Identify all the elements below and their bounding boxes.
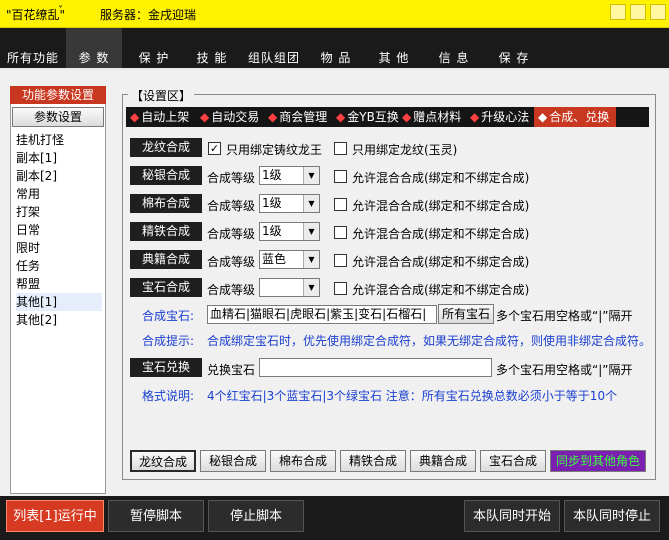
- bottom-tab-cotton[interactable]: 棉布合成: [270, 450, 336, 472]
- checkbox-mix-gem[interactable]: [334, 282, 347, 295]
- row-label-gem: 宝石合成: [130, 278, 202, 297]
- gem-compose-label: 合成宝石:: [142, 309, 195, 323]
- list-item[interactable]: 副本[2]: [16, 167, 102, 185]
- tab-guild-manage[interactable]: ◆ 商会管理: [268, 107, 327, 127]
- level-label: 合成等级: [207, 227, 256, 241]
- row-label-cotton: 棉布合成: [130, 194, 202, 213]
- param-settings-button[interactable]: 参数设置: [12, 107, 104, 127]
- list-item[interactable]: 任务: [16, 257, 102, 275]
- checkbox-bind-dragon-king[interactable]: ✓: [208, 142, 221, 155]
- row-label-gem-exchange: 宝石兑换: [130, 358, 202, 377]
- left-panel-title: 功能参数设置: [10, 86, 106, 104]
- checkbox-mix-iron[interactable]: [334, 226, 347, 239]
- level-label: 合成等级: [207, 283, 256, 297]
- exchange-field-label: 兑换宝石: [207, 363, 256, 377]
- close-icon[interactable]: [650, 4, 666, 20]
- menu-team[interactable]: 组队组团: [244, 28, 304, 68]
- list-item[interactable]: 打架: [16, 203, 102, 221]
- maximize-icon[interactable]: [630, 4, 646, 20]
- chevron-down-icon: ▼: [303, 195, 319, 212]
- list-item[interactable]: 挂机打怪: [16, 131, 102, 149]
- format-text: 4个红宝石|3个蓝宝石|3个绿宝石 注意：所有宝石兑换总数必须小于等于10个: [207, 389, 618, 403]
- level-select-gem[interactable]: ▼: [259, 278, 320, 297]
- menu-all-functions[interactable]: 所有功能: [4, 28, 62, 68]
- compose-tip-text: 合成绑定宝石时，优先使用绑定合成符，如果无绑定合成符，则使用非绑定合成符。: [207, 334, 652, 348]
- team-stop-button[interactable]: 本队同时停止: [564, 500, 660, 532]
- all-gems-button[interactable]: 所有宝石: [438, 304, 494, 324]
- menu-items[interactable]: 物 品: [310, 28, 362, 68]
- checkbox-label: 允许混合合成(绑定和不绑定合成): [352, 171, 530, 185]
- window-title: "百花缭乱": [6, 8, 66, 22]
- menu-other[interactable]: 其 他: [368, 28, 420, 68]
- title-bar: "百花缭乱" ˅ 服务器：金戌迎瑞: [0, 0, 669, 28]
- bottom-tab-dragon[interactable]: 龙纹合成: [130, 450, 196, 472]
- level-label: 合成等级: [207, 199, 256, 213]
- menu-save[interactable]: 保 存: [488, 28, 540, 68]
- sync-to-other-roles-button[interactable]: 同步到其他角色: [550, 450, 646, 472]
- row-label-iron: 精铁合成: [130, 222, 202, 241]
- checkbox-bind-dragon-jade[interactable]: [334, 142, 347, 155]
- menu-info[interactable]: 信 息: [428, 28, 480, 68]
- checkbox-label: 只用绑定龙纹(玉灵): [352, 143, 458, 157]
- list-item[interactable]: 副本[1]: [16, 149, 102, 167]
- checkbox-mix-cotton[interactable]: [334, 198, 347, 211]
- bottom-tab-gem[interactable]: 宝石合成: [480, 450, 546, 472]
- checkbox-mix-classics[interactable]: [334, 254, 347, 267]
- chevron-down-icon: ▼: [303, 279, 319, 296]
- checkbox-label: 允许混合合成(绑定和不绑定合成): [352, 255, 530, 269]
- gem-list-input[interactable]: 血精石|猫眼石|虎眼石|紫玉|变石|石榴石|: [207, 305, 437, 324]
- level-select-cotton[interactable]: 1级 ▼: [259, 194, 320, 213]
- title-dropdown-icon[interactable]: ˅: [58, 5, 63, 16]
- checkbox-label: 允许混合合成(绑定和不绑定合成): [352, 227, 530, 241]
- settings-tabs: ◆ 自动上架 ◆ 自动交易 ◆ 商会管理 ◆ 金YB互换 ◆ 赠点材料 ◆ 升级心法 ◆ 合成…: [126, 107, 649, 127]
- chevron-down-icon: ▼: [303, 251, 319, 268]
- chevron-down-icon: ▼: [303, 167, 319, 184]
- list-item[interactable]: 限时: [16, 239, 102, 257]
- level-select-iron[interactable]: 1级 ▼: [259, 222, 320, 241]
- checkbox-label: 允许混合合成(绑定和不绑定合成): [352, 199, 530, 213]
- format-label: 格式说明:: [142, 389, 195, 403]
- main-menu: 所有功能 参 数 保 护 技 能 组队组团 物 品 其 他 信 息 保 存: [0, 28, 669, 70]
- list-item-selected[interactable]: 其他[1]: [16, 293, 102, 311]
- row-label-classics: 典籍合成: [130, 250, 202, 269]
- bottom-tab-classics[interactable]: 典籍合成: [410, 450, 476, 472]
- compose-tip-label: 合成提示:: [142, 334, 195, 348]
- level-label: 合成等级: [207, 171, 256, 185]
- menu-skills[interactable]: 技 能: [186, 28, 238, 68]
- team-start-button[interactable]: 本队同时开始: [464, 500, 560, 532]
- tab-compose-exchange[interactable]: ◆ 合成、兑换: [534, 107, 616, 127]
- menu-protect[interactable]: 保 护: [128, 28, 180, 68]
- list-item[interactable]: 帮盟: [16, 275, 102, 293]
- level-select-mithril[interactable]: 1级 ▼: [259, 166, 320, 185]
- checkbox-label: 允许混合合成(绑定和不绑定合成): [352, 283, 530, 297]
- server-label: 服务器：金戌迎瑞: [100, 8, 197, 22]
- gem-separator-hint: 多个宝石用空格或“|”隔开: [496, 309, 633, 323]
- checkbox-mix-mithril[interactable]: [334, 170, 347, 183]
- row-label-mithril: 秘银合成: [130, 166, 202, 185]
- list-item[interactable]: 其他[2]: [16, 311, 102, 329]
- run-status-button[interactable]: 列表[1]运行中: [6, 500, 104, 532]
- tab-gold-yb-exchange[interactable]: ◆ 金YB互换: [336, 107, 399, 127]
- bottom-tab-mithril[interactable]: 秘银合成: [200, 450, 266, 472]
- level-select-classics[interactable]: 蓝色 ▼: [259, 250, 320, 269]
- settings-group-label: 【设置区】: [128, 87, 195, 104]
- tab-auto-trade[interactable]: ◆ 自动交易: [200, 107, 259, 127]
- category-list: 挂机打怪 副本[1] 副本[2] 常用 打架 日常 限时 任务 帮盟 其他[1]…: [16, 131, 102, 329]
- level-label: 合成等级: [207, 255, 256, 269]
- exchange-hint: 多个宝石用空格或“|”隔开: [496, 363, 633, 377]
- list-item[interactable]: 常用: [16, 185, 102, 203]
- chevron-down-icon: ▼: [303, 223, 319, 240]
- minimize-icon[interactable]: [610, 4, 626, 20]
- row-label-dragon: 龙纹合成: [130, 138, 202, 157]
- bottom-tab-iron[interactable]: 精铁合成: [340, 450, 406, 472]
- stop-script-button[interactable]: 停止脚本: [208, 500, 304, 532]
- exchange-gem-input[interactable]: [259, 358, 492, 377]
- tab-gift-material[interactable]: ◆ 赠点材料: [402, 107, 461, 127]
- pause-script-button[interactable]: 暂停脚本: [108, 500, 204, 532]
- tab-upgrade-skill[interactable]: ◆ 升级心法: [470, 107, 529, 127]
- list-item[interactable]: 日常: [16, 221, 102, 239]
- checkbox-label: 只用绑定铸纹龙王: [226, 143, 323, 157]
- menu-params[interactable]: 参 数: [66, 28, 122, 68]
- tab-auto-shelf[interactable]: ◆ 自动上架: [130, 107, 189, 127]
